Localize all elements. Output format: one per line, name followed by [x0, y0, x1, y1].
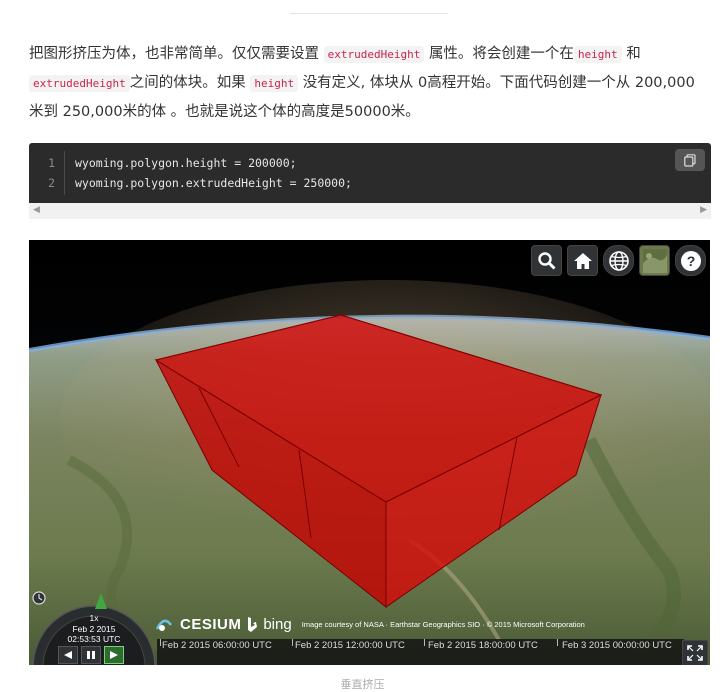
code-area: 1 wyoming.polygon.height = 200000; 2 wyomi… [29, 143, 711, 203]
figure-caption: 垂直挤压 [340, 678, 385, 691]
time-label: 02:53:53 UTC [67, 634, 121, 644]
code-line: 2 wyoming.polygon.extrudedHeight = 250000… [29, 176, 352, 190]
speed-label: 1x [89, 613, 99, 623]
cesium-logo-icon [155, 619, 173, 631]
pause-button[interactable] [81, 646, 101, 664]
viewer-toolbar: ? [531, 245, 706, 276]
code-text: wyoming.polygon.height = 200000; [75, 156, 297, 170]
cesium-logo-text[interactable]: CESIUM [180, 616, 241, 633]
timeline-mark [557, 639, 558, 646]
base-layer-picker-button[interactable] [639, 245, 670, 276]
bing-logo-icon [248, 617, 258, 632]
timeline-tick-label: Feb 2 2015 06:00:00 UTC [162, 640, 272, 651]
scene-mode-button[interactable] [603, 245, 634, 276]
intro-text-4: 之间的体块。如果 [129, 75, 246, 91]
line-number: 2 [48, 176, 55, 190]
help-icon: ? [680, 250, 701, 271]
fullscreen-icon [687, 645, 703, 661]
geocoder-button[interactable] [531, 245, 562, 276]
copy-button[interactable] [675, 149, 705, 171]
svg-text:?: ? [686, 253, 695, 269]
timeline-bar[interactable]: Feb 2 2015 06:00:00 UTC Feb 2 2015 12:00… [157, 639, 684, 665]
intro-paragraph: 把图形挤压为体，也非常简单。仅仅需要设置 extrudedHeight 属性。将… [29, 40, 709, 126]
timeline-tick-label: Feb 2 2015 12:00:00 UTC [295, 640, 405, 651]
play-button[interactable] [104, 646, 124, 664]
globe-icon [608, 250, 629, 271]
horizontal-scrollbar[interactable]: ◀ ▶ [29, 203, 711, 219]
timeline-tick-label: Feb 3 2015 00:00:00 UTC [562, 640, 672, 651]
play-reverse-icon [64, 651, 72, 659]
cesium-viewer[interactable]: ? 1x Feb 2 2015 02:53:53 UTC CESIUM bing… [29, 240, 710, 665]
animation-widget[interactable]: 1x Feb 2 2015 02:53:53 UTC [31, 585, 157, 665]
intro-text-3: 和 [626, 46, 641, 62]
copy-icon [684, 153, 696, 167]
code-block: 1 wyoming.polygon.height = 200000; 2 wyomi… [29, 143, 711, 219]
inline-code-height-2: height [250, 75, 299, 92]
scroll-left-icon[interactable]: ◀ [33, 205, 40, 215]
fullscreen-button[interactable] [682, 640, 708, 665]
code-line: 1 wyoming.polygon.height = 200000; [29, 156, 297, 170]
help-button[interactable]: ? [675, 245, 706, 276]
timeline-mark [424, 639, 425, 646]
search-icon [537, 251, 556, 270]
code-text: wyoming.polygon.extrudedHeight = 250000; [75, 176, 352, 190]
rewind-button[interactable] [58, 646, 78, 664]
inline-code-extrudedheight: extrudedHeight [323, 46, 425, 63]
bing-logo-text[interactable]: bing [263, 616, 291, 633]
top-divider [290, 13, 448, 14]
timeline-tick-label: Feb 2 2015 18:00:00 UTC [428, 640, 538, 651]
imagery-icon [642, 248, 667, 273]
timeline-mark [160, 639, 161, 646]
inline-code-extrudedheight-2: extrudedHeight [29, 75, 130, 92]
credits-bar: CESIUM bing Image courtesy of NASA · Ear… [154, 616, 585, 633]
timeline-mark [292, 639, 293, 646]
imagery-attribution: Image courtesy of NASA · Earthstar Geogr… [301, 620, 585, 629]
home-button[interactable] [567, 245, 598, 276]
inline-code-height: height [573, 46, 622, 63]
clock-icon[interactable] [32, 591, 46, 605]
playback-controls [58, 646, 124, 664]
play-icon [110, 651, 118, 659]
intro-text-1: 把图形挤压为体，也非常简单。仅仅需要设置 [29, 46, 319, 62]
intro-text-2: 属性。将会创建一个在 [428, 46, 574, 62]
line-number: 1 [48, 156, 55, 170]
scroll-right-icon[interactable]: ▶ [700, 205, 707, 215]
home-icon [573, 252, 592, 269]
pause-icon [87, 651, 95, 659]
date-label: Feb 2 2015 [72, 624, 116, 634]
